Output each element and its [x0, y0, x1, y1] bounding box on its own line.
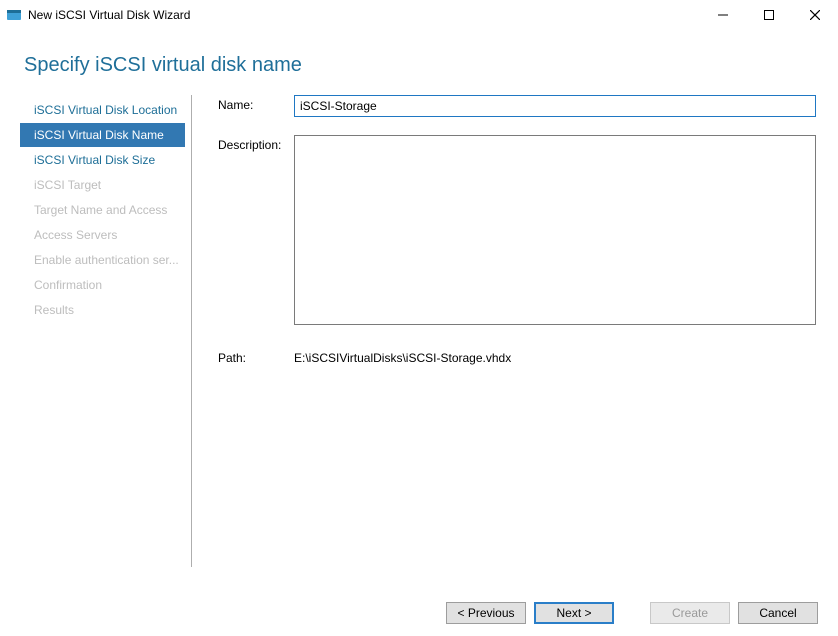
- path-label: Path:: [218, 348, 294, 365]
- window-title: New iSCSI Virtual Disk Wizard: [28, 8, 190, 22]
- description-input[interactable]: [294, 135, 816, 325]
- step-enable-authentication: Enable authentication ser...: [20, 248, 185, 272]
- titlebar: New iSCSI Virtual Disk Wizard: [0, 0, 838, 30]
- step-iscsi-target: iSCSI Target: [20, 173, 185, 197]
- maximize-button[interactable]: [746, 0, 792, 30]
- step-confirmation: Confirmation: [20, 273, 185, 297]
- step-iscsi-virtual-disk-size[interactable]: iSCSI Virtual Disk Size: [20, 148, 185, 172]
- cancel-button[interactable]: Cancel: [738, 602, 818, 624]
- wizard-app-icon: [6, 7, 22, 23]
- next-button[interactable]: Next >: [534, 602, 614, 624]
- step-access-servers: Access Servers: [20, 223, 185, 247]
- path-value: E:\iSCSIVirtualDisks\iSCSI-Storage.vhdx: [294, 348, 816, 365]
- step-results: Results: [20, 298, 185, 322]
- wizard-step-list: iSCSI Virtual Disk Location iSCSI Virtua…: [10, 95, 192, 567]
- step-iscsi-virtual-disk-name[interactable]: iSCSI Virtual Disk Name: [20, 123, 185, 147]
- wizard-heading: Specify iSCSI virtual disk name: [0, 30, 838, 87]
- step-target-name-and-access: Target Name and Access: [20, 198, 185, 222]
- form-area: Name: Description: Path: E:\iSCSIVirtual…: [192, 95, 816, 567]
- close-button[interactable]: [792, 0, 838, 30]
- previous-button[interactable]: < Previous: [446, 602, 526, 624]
- step-iscsi-virtual-disk-location[interactable]: iSCSI Virtual Disk Location: [20, 98, 185, 122]
- name-label: Name:: [218, 95, 294, 112]
- wizard-footer: < Previous Next > Create Cancel: [0, 590, 838, 636]
- minimize-button[interactable]: [700, 0, 746, 30]
- name-input[interactable]: [294, 95, 816, 117]
- create-button: Create: [650, 602, 730, 624]
- description-label: Description:: [218, 135, 294, 152]
